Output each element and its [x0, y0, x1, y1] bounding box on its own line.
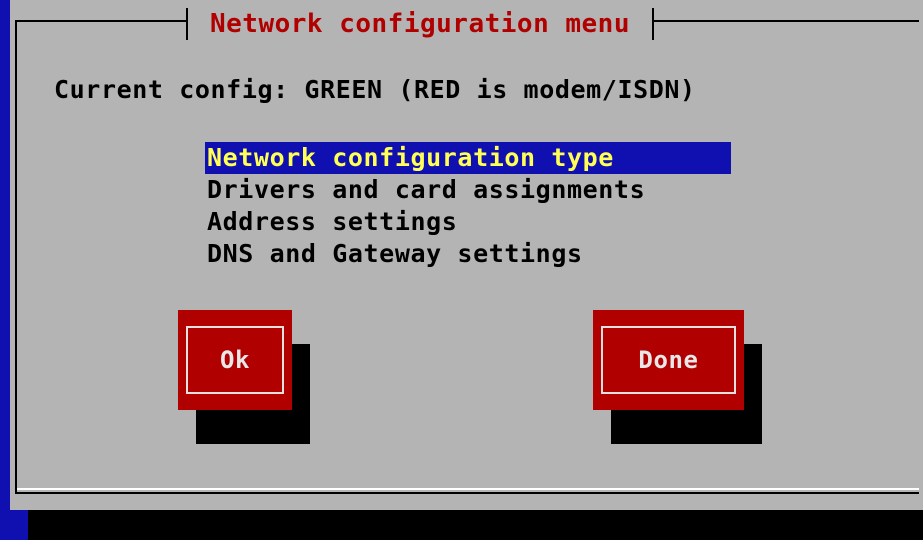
menu-item-address-settings[interactable]: Address settings — [205, 206, 731, 238]
screen-left-strip — [0, 510, 28, 540]
network-menu: Network configuration type Drivers and c… — [205, 142, 731, 270]
menu-item-drivers-and-card-assignments[interactable]: Drivers and card assignments — [205, 174, 731, 206]
current-config-label: Current config: GREEN (RED is modem/ISDN… — [54, 75, 696, 104]
ok-button-label: Ok — [186, 326, 284, 394]
screen: Network configuration menu Current confi… — [0, 0, 923, 540]
done-button[interactable]: Done — [593, 310, 744, 410]
network-config-dialog: Network configuration menu Current confi… — [10, 0, 923, 510]
menu-item-dns-and-gateway-settings[interactable]: DNS and Gateway settings — [205, 238, 731, 270]
ok-button[interactable]: Ok — [178, 310, 292, 410]
done-button-label: Done — [601, 326, 736, 394]
dialog-bottom-shadow — [28, 510, 923, 540]
dialog-title: Network configuration menu — [186, 8, 654, 40]
menu-item-network-configuration-type[interactable]: Network configuration type — [205, 142, 731, 174]
